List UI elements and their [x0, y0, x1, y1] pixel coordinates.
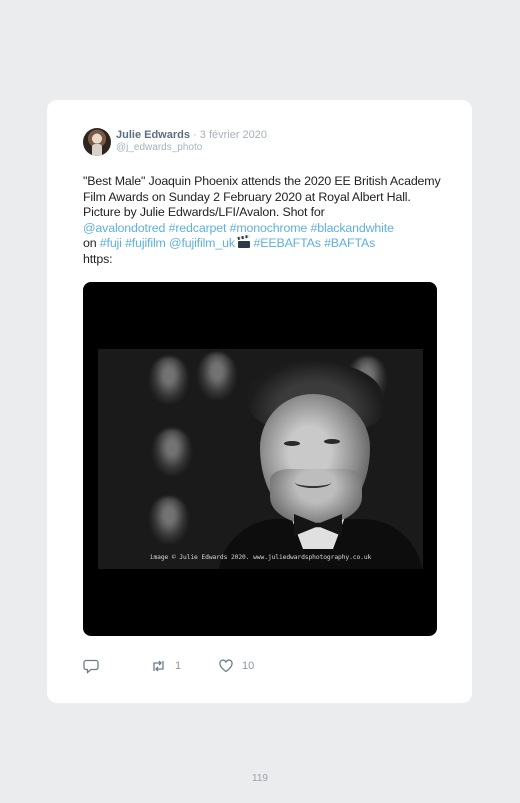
- author-name[interactable]: Julie Edwards: [116, 129, 190, 141]
- hashtag-link[interactable]: #EEBAFTAs: [253, 236, 320, 250]
- heart-icon: [219, 659, 233, 673]
- portrait-photo: image © Julie Edwards 2020. www.juliedwa…: [98, 349, 423, 569]
- mention-link[interactable]: @avalondotred: [83, 221, 165, 235]
- tweet-date[interactable]: · 3 février 2020: [193, 129, 267, 141]
- photo-watermark: image © Julie Edwards 2020. www.juliedwa…: [149, 554, 372, 561]
- bafta-mask-decoration: [198, 353, 236, 399]
- like-button[interactable]: 10: [218, 658, 254, 674]
- hashtag-link[interactable]: #redcarpet: [169, 221, 227, 235]
- hashtag-link[interactable]: #blackandwhite: [310, 221, 393, 235]
- tweet-card: Julie Edwards · 3 février 2020 @j_edward…: [47, 100, 472, 703]
- smile-shape: [295, 477, 331, 488]
- hashtag-link[interactable]: #monochrome: [230, 221, 308, 235]
- eye-shape: [324, 439, 340, 444]
- tweet-media[interactable]: image © Julie Edwards 2020. www.juliedwa…: [83, 282, 437, 636]
- author-handle[interactable]: @j_edwards_photo: [116, 142, 202, 153]
- hashtag-link[interactable]: #fujifilm: [125, 236, 166, 250]
- page-number: 119: [252, 773, 268, 784]
- author-line: Julie Edwards · 3 février 2020: [116, 129, 267, 141]
- tweet-text: "Best Male" Joaquin Phoenix attends the …: [83, 174, 445, 267]
- hashtag-link[interactable]: #fuji: [100, 236, 122, 250]
- on-word: on: [83, 236, 97, 250]
- author-avatar[interactable]: [83, 128, 111, 156]
- bafta-mask-decoration: [153, 429, 191, 475]
- mention-link[interactable]: @fujifilm_uk: [169, 236, 235, 250]
- retweet-count: 1: [175, 660, 182, 672]
- retweet-button[interactable]: 1: [150, 658, 181, 674]
- like-count: 10: [242, 660, 255, 672]
- bafta-mask-decoration: [150, 497, 188, 543]
- tweet-body-text: "Best Male" Joaquin Phoenix attends the …: [83, 174, 441, 219]
- eye-shape: [284, 441, 300, 446]
- tweet-header: Julie Edwards · 3 février 2020 @j_edward…: [83, 128, 443, 158]
- bafta-mask-decoration: [150, 357, 188, 403]
- retweet-icon: [153, 660, 164, 672]
- reply-button[interactable]: [83, 658, 99, 674]
- hashtag-link[interactable]: #BAFTAs: [324, 236, 375, 250]
- clapper-board-icon: [238, 237, 251, 248]
- comment-icon: [83, 659, 99, 674]
- tweet-actions: 1 10: [83, 658, 443, 674]
- truncated-url[interactable]: https:: [83, 252, 113, 266]
